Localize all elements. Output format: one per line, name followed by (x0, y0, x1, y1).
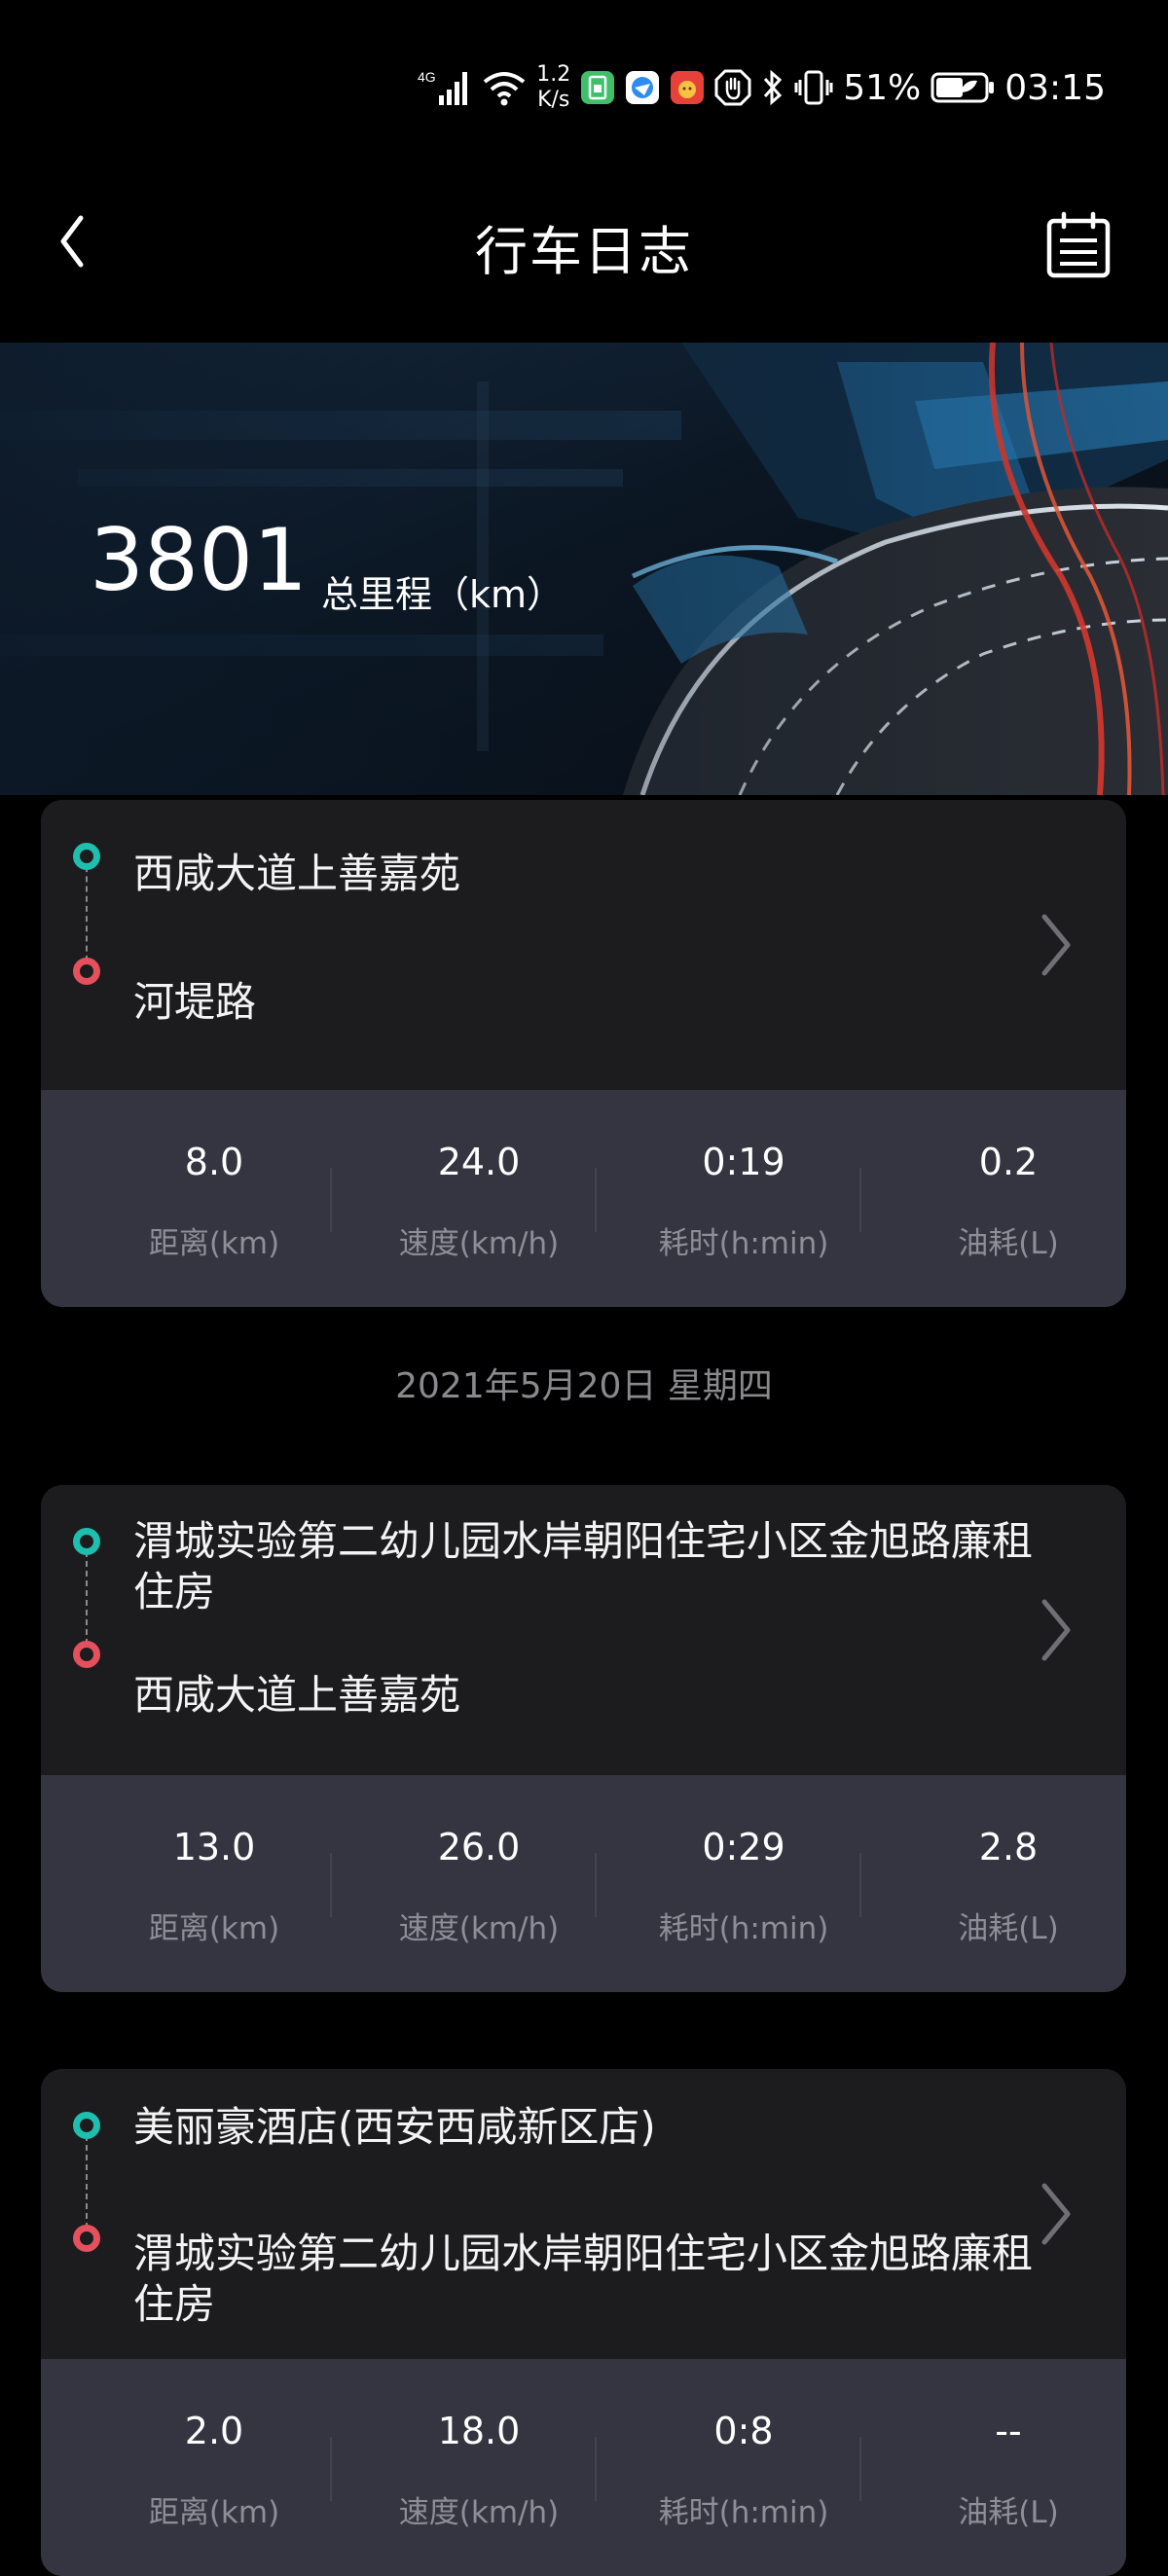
stat-distance-value: 13.0 (172, 1826, 256, 1869)
trip-end-address: 河堤路 (133, 978, 257, 1026)
stat-distance-value: 2.0 (184, 2410, 244, 2452)
stat-distance-label: 距离(km) (148, 2495, 280, 2530)
status-icons: 4G 1.2 K/s 51% 03:15 (416, 60, 1106, 115)
game-app-icon (670, 70, 705, 105)
status-bar: 4G 1.2 K/s 51% 03:15 (0, 0, 1168, 146)
stat-speed-label: 速度(km/h) (398, 2495, 560, 2530)
chevron-right-icon[interactable] (1037, 911, 1076, 979)
svg-text:4G: 4G (418, 69, 436, 85)
trip-card[interactable]: 渭城实验第二幼儿园水岸朝阳住宅小区金旭路廉租住房 西咸大道上善嘉苑 13.0 距… (41, 1485, 1126, 1992)
hand-icon (714, 69, 751, 106)
trip-end-address: 渭城实验第二幼儿园水岸朝阳住宅小区金旭路廉租住房 (133, 2230, 1034, 2328)
stat-speed-label: 速度(km/h) (398, 1911, 560, 1946)
route-connector (86, 856, 88, 971)
stat-divider (859, 1853, 861, 1917)
stat-divider (330, 1168, 332, 1232)
mileage-banner: 3801 总里程（km） (0, 343, 1168, 795)
trip-route[interactable]: 美丽豪酒店(西安西咸新区店) 渭城实验第二幼儿园水岸朝阳住宅小区金旭路廉租住房 (41, 2069, 1126, 2359)
sim-app-icon (580, 70, 615, 105)
stat-divider (595, 1853, 597, 1917)
stat-distance-label: 距离(km) (148, 1911, 280, 1946)
stat-divider (859, 2437, 861, 2501)
stat-fuel-label: 油耗(L) (958, 2495, 1059, 2530)
trip-stats: 13.0 距离(km) 26.0 速度(km/h) 0:29 耗时(h:min)… (41, 1775, 1126, 1992)
battery-percent: 51% (843, 67, 922, 108)
trip-start-address: 西咸大道上善嘉苑 (133, 850, 461, 897)
trip-end-address: 西咸大道上善嘉苑 (133, 1671, 461, 1719)
network-speed-unit: K/s (537, 88, 570, 112)
route-connector (86, 1542, 88, 1654)
stat-divider (330, 2437, 332, 2501)
stat-divider (859, 1168, 861, 1232)
stat-duration-value: 0:29 (702, 1826, 785, 1869)
stat-fuel-value: -- (995, 2410, 1022, 2452)
stat-duration-label: 耗时(h:min) (658, 1911, 829, 1946)
bluetooth-icon (761, 68, 785, 107)
stat-speed-value: 24.0 (437, 1141, 521, 1183)
start-dot-icon (73, 1528, 100, 1555)
signal-icon: 4G (416, 68, 472, 107)
calendar-button[interactable] (1040, 206, 1117, 284)
chevron-right-icon[interactable] (1037, 2180, 1076, 2248)
battery-icon (931, 71, 995, 104)
vibrate-icon (794, 68, 833, 107)
stat-fuel-label: 油耗(L) (958, 1226, 1059, 1261)
wifi-icon (482, 68, 527, 107)
trip-start-address: 美丽豪酒店(西安西咸新区店) (133, 2103, 656, 2151)
stat-distance-value: 8.0 (184, 1141, 244, 1183)
end-dot-icon (73, 2225, 100, 2252)
stat-divider (595, 2437, 597, 2501)
stat-fuel-label: 油耗(L) (958, 1911, 1059, 1946)
network-speed: 1.2 K/s (536, 62, 570, 113)
end-dot-icon (73, 958, 100, 985)
stat-fuel-value: 0.2 (978, 1141, 1039, 1183)
trip-stats: 2.0 距离(km) 18.0 速度(km/h) 0:8 耗时(h:min) -… (41, 2359, 1126, 2576)
start-dot-icon (73, 2112, 100, 2139)
trip-route[interactable]: 西咸大道上善嘉苑 河堤路 (41, 800, 1126, 1090)
stat-speed-value: 18.0 (437, 2410, 521, 2452)
stat-duration-value: 0:8 (713, 2410, 774, 2452)
total-mileage-label: 总里程（km） (321, 573, 565, 616)
stat-divider (330, 1853, 332, 1917)
chevron-right-icon[interactable] (1037, 1596, 1076, 1664)
stat-fuel-value: 2.8 (978, 1826, 1039, 1869)
app-header: 行车日志 (0, 185, 1168, 302)
stat-duration-label: 耗时(h:min) (658, 2495, 829, 2530)
trip-card[interactable]: 西咸大道上善嘉苑 河堤路 8.0 距离(km) 24.0 速度(km/h) 0:… (41, 800, 1126, 1307)
end-dot-icon (73, 1641, 100, 1668)
trip-start-address: 渭城实验第二幼儿园水岸朝阳住宅小区金旭路廉租住房 (133, 1517, 1034, 1615)
trip-card[interactable]: 美丽豪酒店(西安西咸新区店) 渭城实验第二幼儿园水岸朝阳住宅小区金旭路廉租住房 … (41, 2069, 1126, 2576)
date-header: 2021年5月20日 星期四 (395, 1366, 773, 1406)
network-speed-value: 1.2 (536, 62, 571, 87)
start-dot-icon (73, 843, 100, 870)
route-connector (86, 2125, 88, 2238)
page-title: 行车日志 (475, 221, 693, 282)
stat-speed-value: 26.0 (437, 1826, 521, 1869)
stat-speed-label: 速度(km/h) (398, 1226, 560, 1261)
trip-stats: 8.0 距离(km) 24.0 速度(km/h) 0:19 耗时(h:min) … (41, 1090, 1126, 1307)
stat-divider (595, 1168, 597, 1232)
stat-duration-value: 0:19 (702, 1141, 785, 1183)
total-mileage-value: 3801 (90, 510, 308, 610)
browser-app-icon (625, 70, 660, 105)
stat-distance-label: 距离(km) (148, 1226, 280, 1261)
trip-route[interactable]: 渭城实验第二幼儿园水岸朝阳住宅小区金旭路廉租住房 西咸大道上善嘉苑 (41, 1485, 1126, 1775)
clock: 03:15 (1004, 67, 1106, 108)
stat-duration-label: 耗时(h:min) (658, 1226, 829, 1261)
calendar-icon (1046, 211, 1111, 278)
